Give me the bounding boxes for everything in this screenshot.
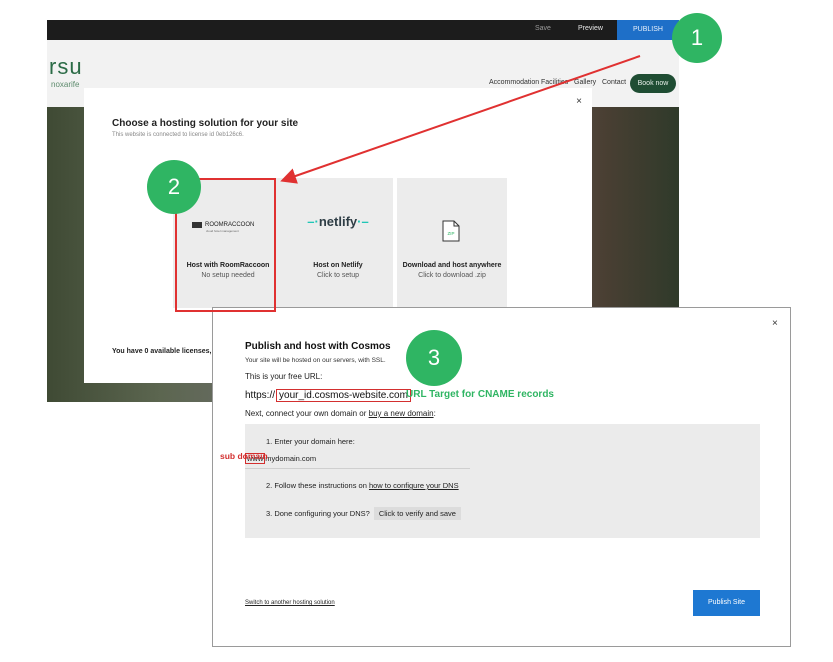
netlify-sparkle-icon: –· (307, 214, 319, 229)
netlify-sparkle-icon: ·– (357, 214, 369, 229)
site-logo: rsu (49, 54, 83, 79)
cosmos-modal-title: Publish and host with Cosmos (245, 341, 391, 352)
site-logo-subtitle: noxarife (51, 80, 80, 89)
nav-contact[interactable]: Contact (602, 79, 626, 86)
switch-hosting-link[interactable]: Switch to another hosting solution (245, 600, 335, 606)
step-1-badge: 1 (672, 13, 722, 63)
cosmos-modal-subtitle: Your site will be hosted on our servers,… (245, 357, 386, 364)
step-2-text: 2. Follow these instructions on (266, 481, 369, 490)
nav-gallery[interactable]: Gallery (574, 79, 596, 86)
configure-dns-link[interactable]: how to configure your DNS (369, 481, 459, 490)
card-title: Host on Netlify (313, 262, 363, 269)
step-1-label: 1. Enter your domain here: (266, 437, 355, 446)
step-3-label: 3. Done configuring your DNS? Click to v… (266, 507, 461, 520)
netlify-logo-text: netlify (318, 214, 358, 229)
connect-text: Next, connect your own domain or (245, 409, 369, 418)
free-url-label: This is your free URL: (245, 372, 323, 381)
card-subtitle: Click to download .zip (418, 272, 486, 279)
cosmos-modal: × Publish and host with Cosmos Your site… (212, 307, 791, 647)
dns-setup-panel: 1. Enter your domain here: www mydomain.… (245, 424, 760, 538)
step-2-badge: 2 (147, 160, 201, 214)
url-prefix: https:// (245, 390, 276, 401)
book-now-button[interactable]: Book now (630, 74, 676, 93)
licenses-text: You have 0 available licenses, g (112, 348, 218, 355)
zip-file-icon: ZIP (442, 220, 460, 242)
url-target-annotation: URL Target for CNAME records (406, 389, 554, 400)
step-3-badge: 3 (406, 330, 462, 386)
publish-site-button[interactable]: Publish Site (693, 590, 760, 616)
close-icon[interactable]: × (772, 318, 778, 329)
free-url: https:// your_id.cosmos-website.com (245, 389, 411, 402)
connect-domain-text: Next, connect your own domain or buy a n… (245, 409, 436, 418)
step-2-label: 2. Follow these instructions on how to c… (266, 481, 459, 490)
nav-facilities[interactable]: Facilities (541, 79, 568, 86)
card-subtitle: Click to setup (316, 272, 360, 279)
card-title: Download and host anywhere (402, 262, 502, 269)
connect-suffix: : (433, 409, 436, 418)
buy-domain-link[interactable]: buy a new domain (369, 409, 434, 418)
publish-button[interactable]: PUBLISH (617, 20, 679, 40)
netlify-logo: –·netlify·– (283, 214, 393, 229)
zip-icon-label: ZIP (447, 231, 454, 236)
nav-accommodation[interactable]: Accommodation (489, 79, 539, 86)
preview-button[interactable]: Preview (578, 25, 603, 32)
verify-save-button[interactable]: Click to verify and save (373, 507, 461, 520)
url-value: your_id.cosmos-website.com (276, 389, 411, 402)
download-zip-card[interactable]: ZIP Download and host anywhere Click to … (397, 178, 507, 308)
modal-title: Choose a hosting solution for your site (112, 118, 299, 129)
step-3-text: 3. Done configuring your DNS? (266, 509, 370, 518)
close-icon[interactable]: × (576, 96, 582, 107)
domain-rest: mydomain.com (265, 454, 317, 463)
modal-subtitle: This website is connected to license id … (112, 132, 244, 138)
subdomain-annotation: sub domain (220, 451, 268, 461)
save-button[interactable]: Save (535, 25, 551, 32)
host-netlify-card[interactable]: –·netlify·– Host on Netlify Click to set… (283, 178, 393, 308)
domain-input-underline (245, 468, 470, 469)
editor-topbar: Save Preview PUBLISH (47, 20, 679, 40)
